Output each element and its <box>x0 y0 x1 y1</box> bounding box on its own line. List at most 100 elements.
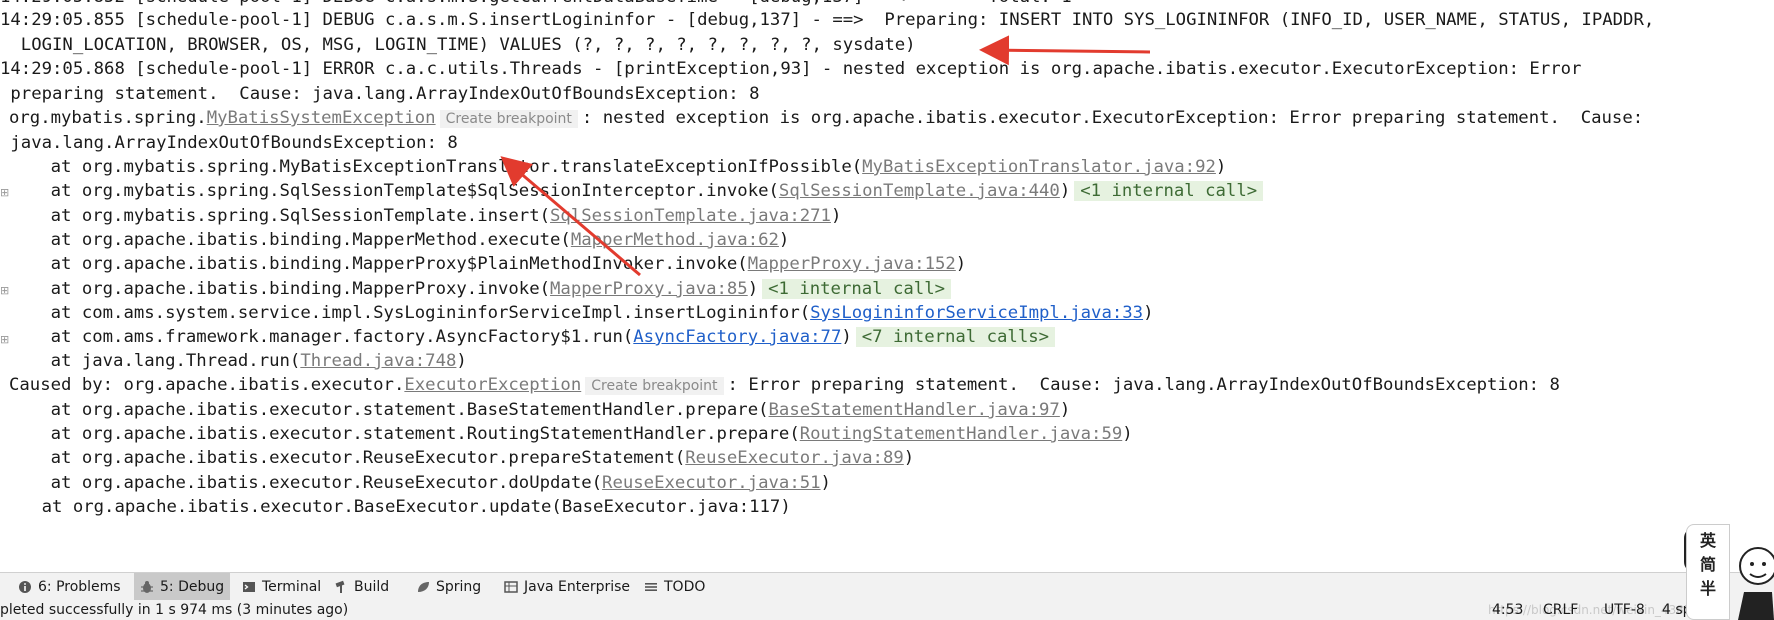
caret-position[interactable]: 4:53 <box>1492 600 1523 620</box>
stack-frame-method: at org.mybatis.spring.SqlSessionTemplate… <box>9 206 551 226</box>
stack-frame-close: ) <box>903 448 915 468</box>
ime-widget[interactable]: 英 简 半 <box>1684 520 1774 620</box>
create-breakpoint-button[interactable]: Create breakpoint <box>439 110 578 128</box>
spring-tab[interactable]: Spring <box>410 573 487 601</box>
stack-frame-method: at org.apache.ibatis.executor.statement.… <box>9 424 800 444</box>
source-link[interactable]: MapperMethod.java:62 <box>571 230 779 250</box>
source-link[interactable]: MapperProxy.java:152 <box>748 254 956 274</box>
internal-calls-badge[interactable]: <1 internal call> <box>1074 181 1264 201</box>
stack-frame: at org.apache.ibatis.executor.statement.… <box>9 421 1133 448</box>
terminal-icon <box>242 580 256 594</box>
stack-frame: at org.mybatis.spring.SqlSessionTemplate… <box>9 203 842 230</box>
stack-frame-method: at org.apache.ibatis.executor.ReuseExecu… <box>9 473 603 493</box>
stack-frame: at org.apache.ibatis.executor.ReuseExecu… <box>9 445 915 472</box>
stack-frame-method: at org.mybatis.spring.MyBatisExceptionTr… <box>9 157 863 177</box>
fold-icon[interactable]: ⊞ <box>0 186 9 199</box>
stack-frame: at org.apache.ibatis.binding.MapperProxy… <box>9 251 967 278</box>
source-link[interactable]: MyBatisExceptionTranslator.java:92 <box>862 157 1216 177</box>
create-breakpoint-button-2[interactable]: Create breakpoint <box>585 377 724 395</box>
build-tab[interactable]: Build <box>328 573 395 601</box>
source-link[interactable]: ReuseExecutor.java:89 <box>685 448 904 468</box>
java-enterprise-label: Java Enterprise <box>524 579 631 595</box>
stack-frame: at org.mybatis.spring.SqlSessionTemplate… <box>9 178 1264 205</box>
terminal-tab[interactable]: Terminal <box>236 573 327 601</box>
ime-lang-char: 英 <box>1699 531 1716 550</box>
source-link[interactable]: Thread.java:748 <box>300 351 456 371</box>
stack-frame-close: ) <box>830 206 842 226</box>
stack-frame: at com.ams.system.service.impl.SysLogini… <box>9 300 1154 327</box>
internal-calls-badge[interactable]: <1 internal call> <box>762 279 951 299</box>
terminal-label: Terminal <box>262 579 322 595</box>
info-icon <box>18 580 32 594</box>
stack-frame: at org.mybatis.spring.MyBatisExceptionTr… <box>9 154 1227 181</box>
stack-frame-close: ) <box>841 327 852 347</box>
java-enterprise-tab[interactable]: Java Enterprise <box>498 573 636 601</box>
source-link[interactable]: MapperProxy.java:85 <box>550 279 748 299</box>
caused-by-pkg: Caused by: org.apache.ibatis.executor. <box>9 375 405 395</box>
ime-mode-char: 简 <box>1699 555 1716 574</box>
stack-frame-close: ) <box>747 279 759 299</box>
console-line-1: 14:29:05.855 [schedule-pool-1] DEBUG c.a… <box>0 10 1655 30</box>
list-icon <box>644 580 658 594</box>
debug-label: 5: Debug <box>160 579 225 595</box>
stack-frame-close: ) <box>778 230 790 250</box>
stack-frame: at com.ams.framework.manager.factory.Asy… <box>9 324 1056 351</box>
exception-pkg: org.mybatis.spring. <box>9 108 207 128</box>
stack-frame-method: at org.apache.ibatis.binding.MapperProxy… <box>9 254 748 274</box>
console-line-3: 14:29:05.868 [schedule-pool-1] ERROR c.a… <box>0 59 1582 79</box>
problems-label: 6: Problems <box>38 579 121 595</box>
red-arrow-top <box>979 35 1151 66</box>
console-line-2: LOGIN_LOCATION, BROWSER, OS, MSG, LOGIN_… <box>0 35 916 55</box>
stack-frame-close: ) <box>1143 303 1154 323</box>
stack-frame-method: at java.lang.Thread.run( <box>9 351 301 371</box>
stack-frame: at java.lang.Thread.run(Thread.java:748) <box>9 348 467 375</box>
file-encoding[interactable]: UTF-8 <box>1604 600 1645 620</box>
stack-frame: at org.apache.ibatis.binding.MapperProxy… <box>9 276 951 303</box>
stack-frame-method: at org.mybatis.spring.SqlSessionTemplate… <box>9 181 779 201</box>
source-link[interactable]: AsyncFactory.java:77 <box>633 327 841 347</box>
source-link[interactable]: SqlSessionTemplate.java:271 <box>550 206 831 226</box>
stack-frame-close: ) <box>1122 424 1133 444</box>
stack-frame-close: ) <box>1059 400 1071 420</box>
source-link[interactable]: BaseStatementHandler.java:97 <box>769 400 1060 420</box>
stack-frame-close: ) <box>1215 157 1227 177</box>
exception-class-link[interactable]: MyBatisSystemException <box>207 108 436 128</box>
ime-panel: 英 简 半 <box>1686 524 1730 620</box>
problems-tab[interactable]: 6: Problems <box>12 573 127 601</box>
stack-frame-close: ) <box>1059 181 1071 201</box>
line-separator[interactable]: CRLF <box>1543 600 1578 620</box>
console-line-cut-bottom: at org.apache.ibatis.executor.BaseExecut… <box>0 497 791 517</box>
grid-icon <box>504 580 518 594</box>
source-link[interactable]: ReuseExecutor.java:51 <box>602 473 821 493</box>
source-link[interactable]: SysLogininforServiceImpl.java:33 <box>810 303 1143 323</box>
internal-calls-badge[interactable]: <7 internal calls> <box>855 327 1056 347</box>
status-message: pleted successfully in 1 s 974 ms (3 min… <box>0 602 349 618</box>
caused-by-class-link[interactable]: ExecutorException <box>404 375 581 395</box>
todo-label: TODO <box>664 579 706 595</box>
stack-frame-method: at org.apache.ibatis.binding.MapperProxy… <box>9 279 551 299</box>
fold-icon[interactable]: ⊞ <box>0 284 9 297</box>
status-bar: pleted successfully in 1 s 974 ms (3 min… <box>0 600 1774 620</box>
stack-frame-close: ) <box>456 351 467 371</box>
debug-tab[interactable]: 5: Debug <box>134 573 231 601</box>
exception-header: org.mybatis.spring.MyBatisSystemExceptio… <box>9 105 1643 132</box>
debug-console: 14:29:05.852 [schedule-pool-1] DEBUG c.a… <box>0 0 1774 572</box>
stack-frame-method: at org.apache.ibatis.executor.statement.… <box>9 400 769 420</box>
bottom-toolbar: 6: Problems 5: Debug Terminal Build Spri… <box>0 572 1774 601</box>
stack-frame-close: ) <box>820 473 831 493</box>
ime-width-char: 半 <box>1699 579 1716 598</box>
todo-tab[interactable]: TODO <box>638 573 711 601</box>
source-link[interactable]: SqlSessionTemplate.java:440 <box>779 181 1060 201</box>
console-line-4: preparing statement. Cause: java.lang.Ar… <box>0 84 760 104</box>
caused-by-header: Caused by: org.apache.ibatis.executor.Ex… <box>9 372 1560 399</box>
fold-icon[interactable]: ⊞ <box>0 333 9 346</box>
exception-cause: java.lang.ArrayIndexOutOfBoundsException… <box>0 133 458 153</box>
stack-frame: at org.apache.ibatis.binding.MapperMetho… <box>9 227 790 254</box>
build-label: Build <box>354 579 390 595</box>
stack-frame: at org.apache.ibatis.executor.ReuseExecu… <box>9 470 831 497</box>
bug-icon <box>140 580 154 594</box>
stack-frame-close: ) <box>955 254 967 274</box>
spring-leaf-icon <box>416 580 430 594</box>
source-link[interactable]: RoutingStatementHandler.java:59 <box>800 424 1123 444</box>
stack-frame-method: at org.apache.ibatis.executor.ReuseExecu… <box>9 448 686 468</box>
